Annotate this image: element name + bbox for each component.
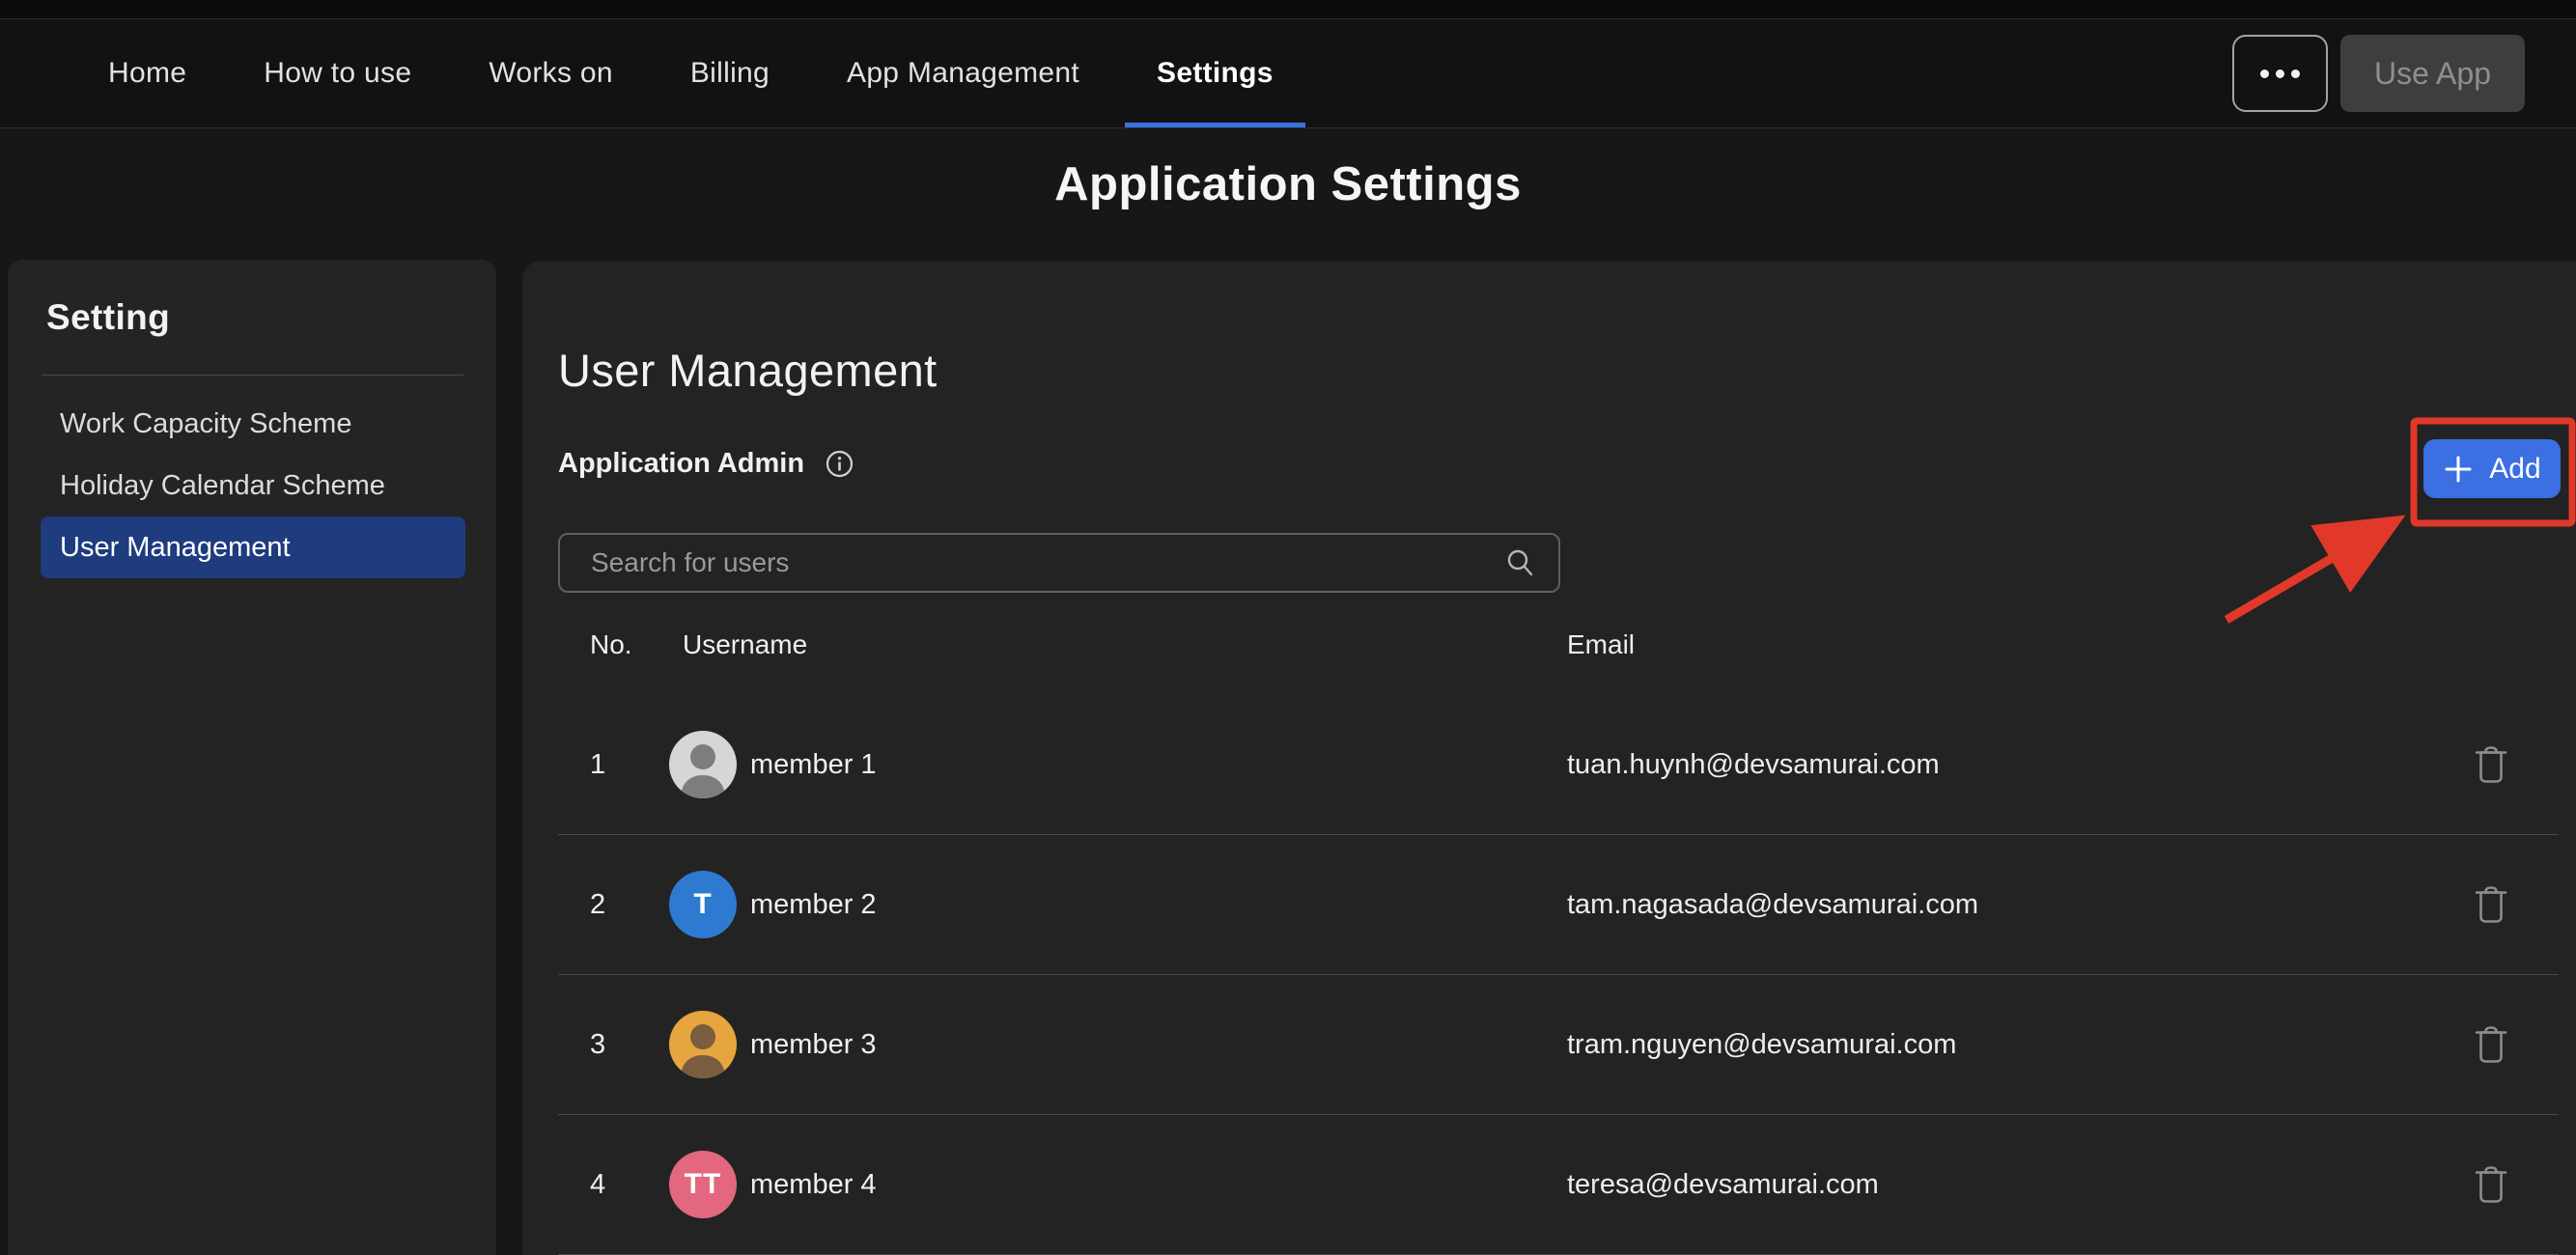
email-text: tam.nagasada@devsamurai.com [1567, 889, 2452, 921]
plus-icon [2443, 454, 2474, 485]
nav-right-controls: Use App [2232, 19, 2576, 127]
sidebar-menu-item[interactable]: User Management [41, 516, 465, 578]
nav-tab[interactable]: Settings [1125, 19, 1305, 127]
column-header-no: No. [558, 629, 669, 660]
avatar [669, 731, 737, 798]
use-app-button[interactable]: Use App [2340, 35, 2525, 112]
table-header-row: No. Username Email [558, 619, 2559, 671]
email-text: tuan.huynh@devsamurai.com [1567, 749, 2452, 781]
email-text: teresa@devsamurai.com [1567, 1169, 2452, 1201]
ellipsis-icon [2291, 70, 2300, 78]
search-input[interactable] [560, 535, 1504, 591]
username-text: member 4 [750, 1169, 877, 1201]
nav-tab[interactable]: App Management [815, 19, 1111, 127]
row-number: 3 [558, 1029, 669, 1061]
admin-users-table: No. Username Email 1 [522, 619, 2576, 1255]
avatar: T [669, 871, 737, 938]
delete-user-button[interactable] [2470, 741, 2512, 788]
table-body: 1 member 1 tuan.huynh@devsamu [558, 695, 2559, 1255]
nav-tab-label: Settings [1157, 57, 1274, 90]
nav-tab-label: Billing [690, 57, 770, 90]
sidebar-menu-item-label: User Management [60, 532, 291, 564]
avatar-initials: T [693, 888, 712, 921]
column-header-username: Username [669, 629, 1567, 660]
table-row: 4 TT member 4 teresa@devsamura [558, 1115, 2559, 1255]
top-navbar: Home How to use Works on Billing App Man… [0, 18, 2576, 128]
sidebar-title: Setting [8, 260, 496, 339]
add-user-button[interactable]: Add [2423, 439, 2561, 498]
ellipsis-icon [2276, 70, 2284, 78]
person-photo-icon [669, 1011, 737, 1078]
info-icon[interactable] [826, 450, 854, 478]
trash-icon [2474, 745, 2508, 784]
nav-tab[interactable]: Home [76, 19, 218, 127]
nav-tab[interactable]: How to use [232, 19, 443, 127]
nav-tabs: Home How to use Works on Billing App Man… [0, 19, 1305, 127]
app-screen: Home How to use Works on Billing App Man… [0, 0, 2576, 1255]
sidebar-menu-item-label: Holiday Calendar Scheme [60, 470, 385, 502]
row-number: 4 [558, 1169, 669, 1201]
avatar: TT [669, 1151, 737, 1218]
application-admin-label: Application Admin [558, 448, 804, 480]
trash-icon [2474, 885, 2508, 924]
email-text: tram.nguyen@devsamurai.com [1567, 1029, 2452, 1061]
nav-tab-label: Works on [489, 57, 613, 90]
nav-tab-label: Home [108, 57, 186, 90]
nav-tab-label: How to use [264, 57, 411, 90]
column-header-email: Email [1567, 629, 2452, 660]
sidebar-menu-item[interactable]: Work Capacity Scheme [41, 393, 465, 455]
sidebar-menu-item[interactable]: Holiday Calendar Scheme [41, 455, 465, 516]
row-number: 1 [558, 749, 669, 781]
ellipsis-icon [2260, 70, 2269, 78]
application-admin-section: Application Admin [558, 445, 2576, 482]
nav-tab[interactable]: Works on [457, 19, 645, 127]
user-search [558, 533, 1560, 593]
person-photo-icon [669, 731, 737, 798]
panel-heading: User Management [522, 343, 2576, 399]
username-text: member 1 [750, 749, 877, 781]
avatar [669, 1011, 737, 1078]
trash-icon [2474, 1165, 2508, 1204]
search-icon[interactable] [1504, 547, 1535, 578]
table-row: 3 member 3 tram.nguyen@devsam [558, 975, 2559, 1115]
trash-icon [2474, 1025, 2508, 1064]
sidebar-menu: Work Capacity Scheme Holiday Calendar Sc… [41, 393, 465, 578]
window-top-strip [0, 0, 2576, 18]
page-title: Application Settings [0, 157, 2576, 211]
user-management-panel: User Management Application Admin Add [522, 262, 2576, 1255]
sidebar-divider [42, 375, 463, 376]
row-number: 2 [558, 889, 669, 921]
avatar-initials: TT [685, 1168, 722, 1201]
table-row: 2 T member 2 tam.nagasada@devs [558, 835, 2559, 975]
delete-user-button[interactable] [2470, 1161, 2512, 1208]
nav-tab[interactable]: Billing [658, 19, 801, 127]
settings-sidebar: Setting Work Capacity Scheme Holiday Cal… [8, 260, 496, 1255]
delete-user-button[interactable] [2470, 1021, 2512, 1068]
nav-tab-label: App Management [847, 57, 1079, 90]
delete-user-button[interactable] [2470, 881, 2512, 928]
add-button-label: Add [2489, 453, 2540, 486]
table-row: 1 member 1 tuan.huynh@devsamu [558, 695, 2559, 835]
sidebar-menu-item-label: Work Capacity Scheme [60, 408, 351, 440]
more-options-button[interactable] [2232, 35, 2328, 112]
username-text: member 2 [750, 889, 877, 921]
username-text: member 3 [750, 1029, 877, 1061]
